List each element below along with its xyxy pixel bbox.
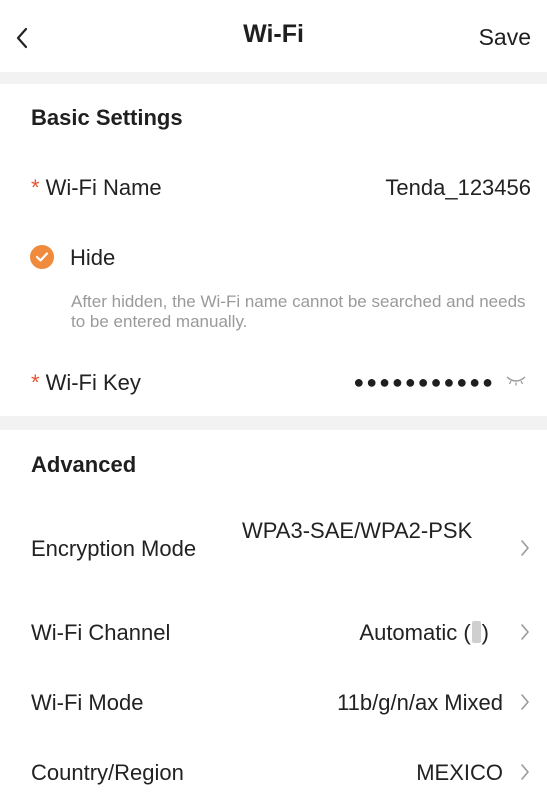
- save-button[interactable]: Save: [479, 24, 531, 51]
- wifi-channel-label: Wi-Fi Channel: [31, 620, 171, 645]
- divider: [0, 416, 547, 430]
- chevron-right-icon: [521, 624, 529, 640]
- encryption-mode-label: Encryption Mode: [31, 536, 197, 561]
- section-title-basic: Basic Settings: [31, 105, 183, 130]
- chevron-right-icon: [521, 764, 529, 780]
- wifi-name-label: * Wi-Fi Name: [31, 175, 162, 200]
- required-mark: *: [31, 370, 40, 395]
- wifi-key-field[interactable]: ●●●●●●●●●●●: [353, 372, 495, 393]
- country-region-label: Country/Region: [31, 760, 184, 785]
- hide-checkbox[interactable]: [30, 245, 54, 269]
- hide-label[interactable]: Hide: [70, 245, 115, 271]
- encryption-mode-value: WPA3-SAE/WPA2-PSK: [242, 518, 473, 543]
- wifi-key-label: * Wi-Fi Key: [31, 370, 141, 395]
- section-title-advanced: Advanced: [31, 452, 137, 477]
- country-region-value: MEXICO: [416, 760, 503, 785]
- required-mark: *: [31, 175, 40, 200]
- wifi-mode-value: 11b/g/n/ax Mixed: [337, 690, 503, 715]
- divider: [0, 72, 547, 84]
- top-bar: Wi-Fi Save: [0, 0, 547, 72]
- wifi-name-value[interactable]: Tenda_123456: [385, 175, 531, 201]
- wifi-settings-page: Wi-Fi Save Basic Settings * Wi-Fi Name Te…: [0, 0, 547, 805]
- signal-strength-icon: [471, 621, 481, 643]
- page-title: Wi-Fi: [243, 20, 304, 48]
- wifi-channel-value: Automatic (): [359, 620, 489, 645]
- check-icon: [35, 252, 49, 262]
- eye-closed-icon[interactable]: [505, 374, 527, 388]
- chevron-right-icon: [521, 540, 529, 556]
- hide-hint-text: After hidden, the Wi-Fi name cannot be s…: [71, 292, 526, 331]
- wifi-mode-label: Wi-Fi Mode: [31, 690, 144, 715]
- chevron-right-icon: [521, 694, 529, 710]
